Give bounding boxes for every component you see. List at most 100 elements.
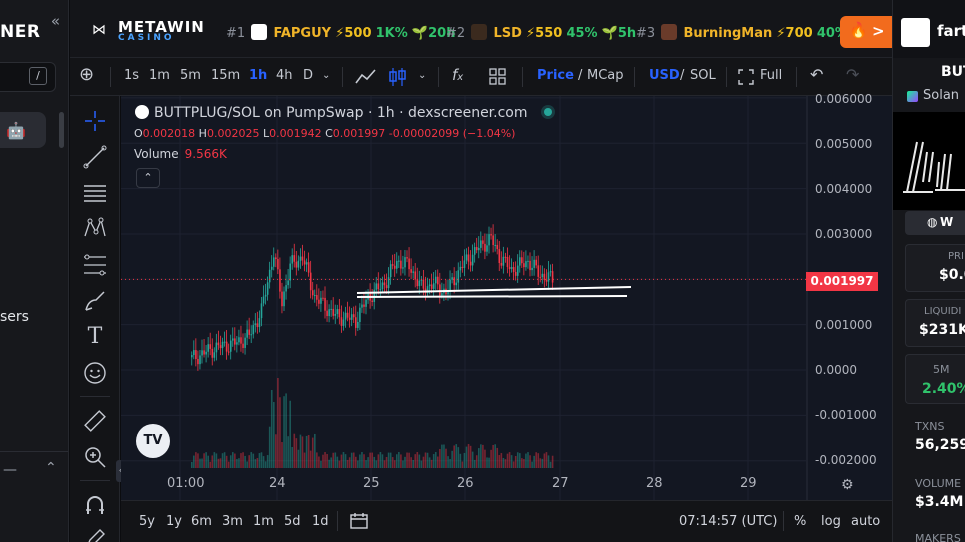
range-5y[interactable]: 5y [139, 514, 155, 529]
timeframe-5m-box[interactable]: 5M 2.40% [905, 354, 965, 404]
interval-4h[interactable]: 4h [276, 68, 293, 83]
fullscreen-icon[interactable] [738, 69, 754, 85]
user-name[interactable]: fart [937, 22, 965, 40]
candle-body [195, 350, 197, 359]
fire-icon: 🔥 [849, 21, 868, 39]
price-value: $0.0 [939, 267, 965, 283]
usd-toggle[interactable]: USD [649, 68, 680, 83]
candle-body [551, 271, 554, 283]
chart-canvas[interactable] [121, 96, 892, 500]
ticker-boost: ⚡550 [526, 26, 563, 41]
interval-5m[interactable]: 5m [180, 68, 201, 83]
candle-chart-icon[interactable] [388, 66, 408, 88]
settings-icon[interactable]: ⚙ [841, 477, 854, 493]
volume-bar [371, 452, 373, 468]
range-5d[interactable]: 5d [284, 514, 301, 529]
indicators-fx-icon[interactable]: fx [452, 66, 463, 84]
minimize-icon[interactable]: — [3, 462, 17, 478]
user-avatar[interactable] [901, 18, 930, 47]
line-chart-icon[interactable] [354, 67, 378, 87]
auto-scale-toggle[interactable]: auto [851, 514, 880, 529]
range-3m[interactable]: 3m [222, 514, 243, 529]
collapse-legend-chevron-icon[interactable]: ⌃ [136, 168, 160, 188]
trend-line-icon[interactable] [82, 144, 108, 170]
volume-bar [359, 454, 361, 468]
candle-body [254, 323, 257, 326]
volume-bar [490, 449, 492, 468]
ticker-item-1[interactable]: #1 FAPGUY ⚡500 1K% 🌱20h [226, 24, 455, 41]
sidebar-item-users-partial[interactable]: sers [0, 309, 29, 325]
utc-clock[interactable]: 07:14:57 (UTC) [679, 514, 777, 529]
ticker-boost: ⚡700 [776, 26, 813, 41]
ruler-icon[interactable] [82, 408, 108, 434]
ad-brand-subtitle[interactable]: CASINO [118, 33, 175, 43]
add-indicator-icon[interactable]: ⊕ [79, 64, 94, 85]
redo-icon[interactable]: ↷ [846, 65, 859, 84]
pattern-tool-icon[interactable] [82, 216, 108, 242]
candle-body [475, 247, 478, 251]
percent-scale-toggle[interactable]: % [794, 514, 806, 529]
ticker-item-3[interactable]: #3 BurningMan ⚡700 40% [636, 24, 848, 41]
fullscreen-label[interactable]: Full [760, 68, 782, 83]
zoom-in-icon[interactable] [82, 444, 108, 470]
range-1m[interactable]: 1m [253, 514, 274, 529]
candle-body [201, 350, 203, 356]
volume-bar [404, 456, 406, 468]
undo-icon[interactable]: ↶ [810, 65, 823, 84]
chart-type-chevron-icon[interactable]: ⌄ [418, 70, 426, 81]
interval-dropdown-chevron-icon[interactable]: ⌄ [322, 70, 330, 81]
volume-bar [219, 458, 222, 468]
high-value: 0.002025 [206, 127, 260, 140]
candle-body [459, 266, 462, 271]
volume-bar [455, 444, 458, 468]
range-1d[interactable]: 1d [312, 514, 329, 529]
candle-body [252, 325, 255, 335]
metawin-logo-icon[interactable]: ⋈ [92, 22, 106, 38]
search-input[interactable] [0, 62, 56, 92]
interval-1m[interactable]: 1m [149, 68, 170, 83]
volume-bar [463, 452, 466, 468]
fib-tool-icon[interactable] [82, 252, 108, 278]
volume-bar [367, 457, 369, 468]
pencil-icon[interactable] [82, 526, 108, 542]
volume-bar [357, 460, 359, 468]
android-app-button[interactable]: 🤖 [0, 112, 46, 148]
sol-toggle[interactable]: SOL [690, 68, 716, 83]
interval-15m[interactable]: 15m [211, 68, 240, 83]
volume-bar [195, 452, 197, 468]
interval-1s[interactable]: 1s [124, 68, 139, 83]
drawn-horizontal-line-upper[interactable] [356, 286, 632, 294]
candle-body [377, 283, 380, 290]
tradingview-logo[interactable]: TV [136, 424, 170, 458]
trending-button[interactable]: 🔥 > [840, 16, 892, 48]
range-1y[interactable]: 1y [166, 514, 182, 529]
collapse-sidebar-icon[interactable]: « [51, 12, 60, 30]
expand-up-icon[interactable]: ⌃ [45, 460, 57, 476]
layout-grid-icon[interactable] [489, 68, 507, 86]
interval-1h[interactable]: 1h [249, 68, 267, 83]
magnet-icon[interactable] [82, 492, 108, 518]
range-6m[interactable]: 6m [191, 514, 212, 529]
token-symbol: BUT [941, 64, 965, 80]
emoji-icon[interactable] [82, 360, 108, 386]
price-chart[interactable] [121, 96, 892, 500]
interval-d[interactable]: D [303, 68, 313, 83]
website-button[interactable]: ◍ W [905, 211, 965, 235]
date-range-calendar-icon[interactable] [350, 512, 370, 530]
close-value: 0.001997 [332, 127, 386, 140]
candle-body [381, 282, 384, 290]
sidebar-scrollbar[interactable] [59, 112, 64, 148]
text-tool-icon[interactable]: T [82, 324, 108, 350]
volume-bar [363, 454, 365, 468]
chart-bottom-bar: 5y 1y 6m 3m 1m 5d 1d 07:14:57 (UTC) % lo… [121, 500, 892, 542]
sidebar-divider [0, 451, 68, 452]
mcap-toggle[interactable]: MCap [587, 68, 624, 83]
brush-icon[interactable] [82, 288, 108, 314]
price-toggle[interactable]: Price [537, 68, 574, 83]
horizontal-lines-icon[interactable] [82, 180, 108, 206]
ticker-item-2[interactable]: #2 LSD ⚡550 45% 🌱5h [446, 24, 636, 41]
drawn-horizontal-line-lower[interactable] [356, 295, 628, 298]
log-scale-toggle[interactable]: log [821, 514, 841, 529]
crosshair-icon[interactable] [82, 108, 108, 134]
candle-body [205, 351, 207, 355]
